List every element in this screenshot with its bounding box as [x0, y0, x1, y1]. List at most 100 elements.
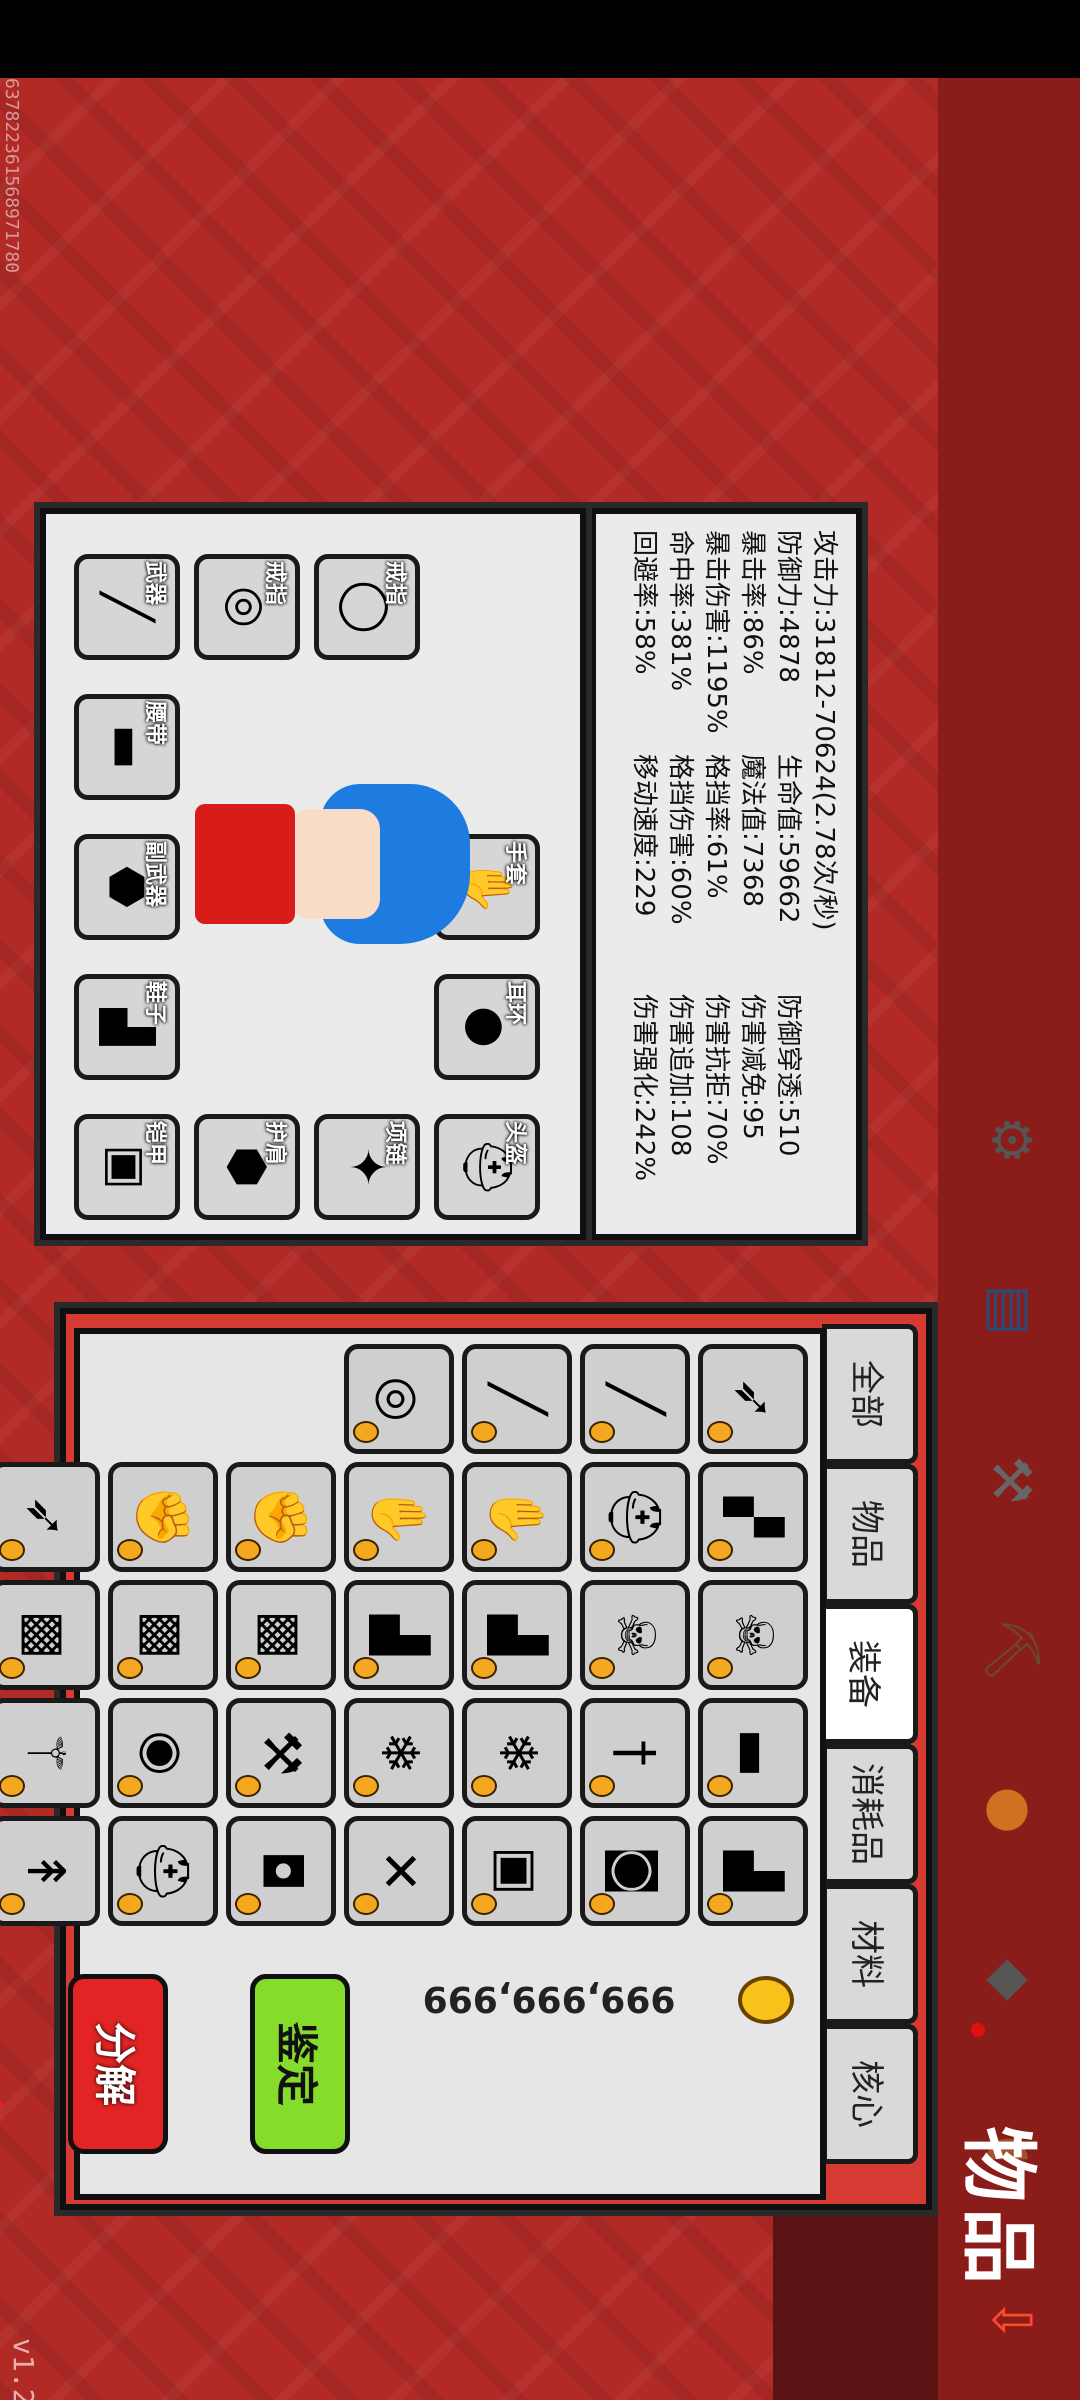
coin-badge-icon: [0, 1657, 25, 1679]
inventory-item-slot[interactable]: ▣: [462, 1816, 572, 1926]
stat-damage-boost: 伤害强化:242%: [629, 994, 659, 1182]
inventory-item-slot[interactable]: ↟: [0, 1816, 100, 1926]
gear-icon[interactable]: ⚙: [970, 1098, 1054, 1182]
equip-slot-boots[interactable]: ▟ 鞋子: [74, 974, 180, 1080]
stat-mp: 魔法值:7368: [737, 754, 767, 907]
inventory-item-slot[interactable]: ▞: [698, 1462, 808, 1572]
coin-badge-icon: [707, 1775, 733, 1797]
inventory-item-slot[interactable]: ▩: [0, 1580, 100, 1690]
potion-bag-icon[interactable]: ●: [970, 1768, 1054, 1852]
fish-icon[interactable]: ◆: [970, 1938, 1054, 2022]
staff-icon: ╱: [605, 1383, 665, 1415]
stat-penetration: 防御穿透:510: [773, 994, 803, 1157]
inventory-item-slot[interactable]: ▬: [698, 1698, 808, 1808]
armor-icon: ▩: [251, 1610, 311, 1660]
coin-badge-icon: [353, 1775, 379, 1797]
inventory-item-slot[interactable]: ✊: [226, 1462, 336, 1572]
inventory-item-slot[interactable]: ▟: [344, 1580, 454, 1690]
inventory-item-slot[interactable]: ✋: [462, 1462, 572, 1572]
skeleton-icon: ☠: [723, 1611, 783, 1659]
equip-slot-armor[interactable]: ▣ 铠甲: [74, 1114, 180, 1220]
dagger-icon: †: [605, 1740, 665, 1766]
coin-badge-icon: [471, 1893, 497, 1915]
equip-slot-offhand[interactable]: ⬣ 副武器: [74, 834, 180, 940]
gauntlet-icon: ✊: [250, 1484, 311, 1550]
gloves-icon: ✋: [486, 1484, 547, 1550]
equip-slot-ring-1[interactable]: ◯ 戒指: [314, 554, 420, 660]
ice-boots-icon: ❄: [369, 1731, 429, 1775]
wand-icon: ⚚: [15, 1729, 75, 1777]
coin-badge-icon: [353, 1657, 379, 1679]
inventory-item-slot[interactable]: ➶: [698, 1344, 808, 1454]
inventory-item-slot[interactable]: ⛑: [108, 1816, 218, 1926]
inventory-item-slot[interactable]: †: [580, 1698, 690, 1808]
boots-icon: ▟: [369, 1615, 429, 1655]
tab-materials[interactable]: 材料: [822, 1884, 918, 2024]
inventory-item-slot[interactable]: ❄: [462, 1698, 572, 1808]
equipment-panel: ⛑ 头盔 ✦ 项链 ⬢ 护肩 ▣ 铠甲 ● 耳环 ▟ 鞋子 ✋ 手套 ⬣ 副武器 ╱ 武器: [40, 508, 586, 1240]
inventory-item-slot[interactable]: ➶: [0, 1462, 100, 1572]
equip-slot-weapon[interactable]: ╱ 武器: [74, 554, 180, 660]
axe-icon[interactable]: ⚒: [970, 1438, 1054, 1522]
inventory-item-slot[interactable]: ✊: [108, 1462, 218, 1572]
inventory-item-slot[interactable]: ✕: [344, 1816, 454, 1926]
helmet-icon: ⛑: [132, 1837, 193, 1904]
chest-icon[interactable]: ▤: [970, 1268, 1054, 1352]
inventory-item-slot[interactable]: ▩: [226, 1580, 336, 1690]
equip-slot-shoulder[interactable]: ⬢ 护肩: [194, 1114, 300, 1220]
notification-dot: [971, 2023, 985, 2037]
tab-items[interactable]: 物品: [822, 1464, 918, 1604]
equip-slot-earring[interactable]: ● 耳环: [434, 974, 540, 1080]
coin-badge-icon: [707, 1657, 733, 1679]
inventory-item-slot[interactable]: ╱: [580, 1344, 690, 1454]
identify-button[interactable]: 鉴定: [250, 1974, 350, 2154]
inventory-item-slot[interactable]: ▟: [462, 1580, 572, 1690]
inventory-item-slot[interactable]: ⚒: [226, 1698, 336, 1808]
exit-icon[interactable]: ⇩: [970, 2278, 1054, 2362]
inventory-item-slot[interactable]: ❄: [344, 1698, 454, 1808]
coin-badge-icon: [353, 1539, 379, 1561]
stats-panel: 攻击力:31812-70624(2.78次/秒) 防御力:4878 暴击率:86…: [590, 508, 862, 1240]
armor-icon: ▩: [133, 1610, 193, 1660]
inventory-item-slot[interactable]: ◘: [226, 1816, 336, 1926]
inventory-item-slot[interactable]: ▟: [698, 1816, 808, 1926]
equip-slot-necklace[interactable]: ✦ 项链: [314, 1114, 420, 1220]
pickaxe-icon[interactable]: ⛏: [970, 1608, 1054, 1692]
inventory-item-slot[interactable]: ╱: [462, 1344, 572, 1454]
stat-attack: 攻击力:31812-70624(2.78次/秒): [809, 530, 839, 931]
mech-helmet-icon: ◙: [605, 1845, 665, 1897]
inventory-item-slot[interactable]: ☠: [698, 1580, 808, 1690]
coin-badge-icon: [235, 1893, 261, 1915]
coin-badge-icon: [235, 1657, 261, 1679]
inventory-item-slot[interactable]: ⛑: [580, 1462, 690, 1572]
coin-badge-icon: [0, 1893, 25, 1915]
tab-core[interactable]: 核心: [822, 2024, 918, 2164]
inventory-item-slot[interactable]: ▩: [108, 1580, 218, 1690]
tab-all[interactable]: 全部: [822, 1324, 918, 1464]
equip-slot-ring-2[interactable]: ◎ 戒指: [194, 554, 300, 660]
stat-damage-resist: 伤害抗拒:70%: [701, 994, 731, 1165]
sort-icon[interactable]: ⇅: [0, 2094, 10, 2128]
stats-column-3: 防御穿透:510 伤害减免:95 伤害抗拒:70% 伤害追加:108 伤害强化:…: [626, 994, 806, 1181]
tab-equipment[interactable]: 装备: [816, 1604, 918, 1744]
inventory-item-slot[interactable]: ✋: [344, 1462, 454, 1572]
decompose-button[interactable]: 分解: [68, 1974, 168, 2154]
inventory-grid-area: ➶ ▞ ☠ ▬ ▟ ╱ ⛑ ☠ † ◙ ╱ ✋ ▟ ❄ ▣ ◎ ✋ ▟ ❄ ✕ ✊ ▩ ⚒ ◘ ✊ ▩ ◉ ⛑ ➶ ▩ ⚚ ↟ 999,999…: [0, 1328, 826, 2200]
coin-badge-icon: [589, 1775, 615, 1797]
tab-consumables[interactable]: 消耗品: [822, 1744, 918, 1884]
stat-damage-reduction: 伤害减免:95: [737, 994, 767, 1140]
device-id: 637822361568971780: [1, 78, 22, 274]
version-label: v1.2.3: [7, 2338, 40, 2400]
equip-slot-helmet[interactable]: ⛑ 头盔: [434, 1114, 540, 1220]
player-character: [190, 744, 470, 964]
equip-slot-belt[interactable]: ▬ 腰带: [74, 694, 180, 800]
inventory-item-slot[interactable]: ⚚: [0, 1698, 100, 1808]
bow-icon: ➶: [723, 1377, 783, 1421]
character-body: [195, 804, 295, 924]
inventory-item-slot[interactable]: ◎: [344, 1344, 454, 1454]
inventory-item-slot[interactable]: ◉: [108, 1698, 218, 1808]
inventory-item-slot[interactable]: ☠: [580, 1580, 690, 1690]
spear-icon: ↟: [15, 1849, 75, 1893]
inventory-item-slot[interactable]: ◙: [580, 1816, 690, 1926]
coin-badge-icon: [471, 1539, 497, 1561]
